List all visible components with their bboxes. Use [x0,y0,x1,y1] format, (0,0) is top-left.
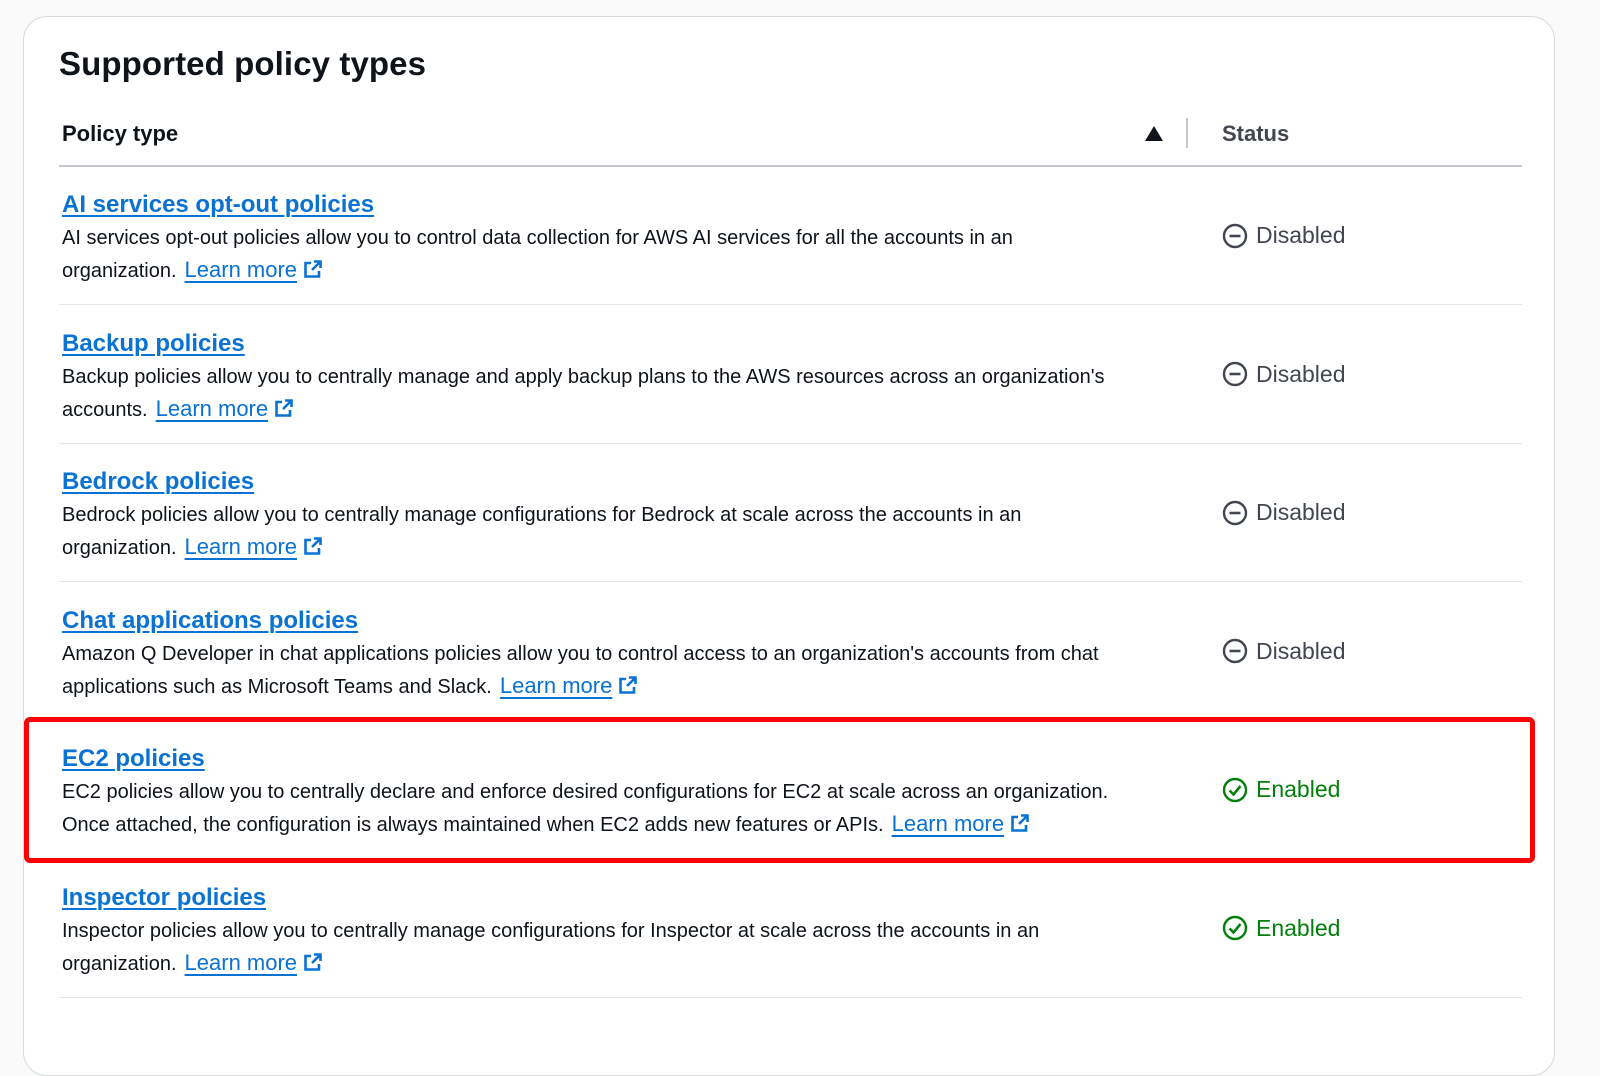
status-indicator: Disabled [1222,222,1346,249]
status-indicator: Disabled [1222,638,1346,665]
column-header-policy-type[interactable]: Policy type [62,121,178,147]
table-row: Inspector policies Inspector policies all… [59,860,1522,998]
status-label: Enabled [1256,776,1341,802]
policy-description: Amazon Q Developer in chat applications … [62,639,1152,703]
policy-description: Bedrock policies allow you to centrally … [62,500,1152,564]
status-stopped-icon [1222,223,1256,249]
status-indicator: Enabled [1222,915,1340,942]
external-link-icon [275,398,293,417]
sort-ascending-icon[interactable] [1145,126,1163,141]
learn-more-label: Learn more [891,811,1005,836]
learn-more-label: Learn more [184,949,298,975]
panel-title: Supported policy types [59,45,427,82]
status-label: Disabled [1256,222,1346,248]
table-row: AI services opt-out policies AI services … [59,167,1522,305]
policy-title-link[interactable]: Bedrock policies [62,468,254,496]
table-header: Policy type Status [59,113,1522,167]
table-row: Chat applications policies Amazon Q Devel… [59,583,1522,721]
column-header-status[interactable]: Status [1222,121,1289,147]
learn-more-link[interactable]: Learn more [500,673,639,698]
status-label: Enabled [1256,914,1341,941]
status-stopped-icon [1222,638,1256,664]
table-row: Backup policies Backup policies allow you… [59,306,1522,444]
learn-more-link[interactable]: Learn more [892,811,1031,836]
status-label: Disabled [1256,360,1346,387]
status-stopped-icon [1222,500,1256,526]
policy-description: Inspector policies allow you to centrall… [62,916,1152,980]
policy-title-link[interactable]: AI services opt-out policies [62,191,374,219]
policy-title-link[interactable]: Chat applications policies [62,607,358,635]
policy-description: EC2 policies allow you to centrally decl… [62,777,1152,841]
learn-more-link[interactable]: Learn more [185,534,324,559]
status-label: Disabled [1256,499,1346,525]
learn-more-label: Learn more [184,257,298,282]
status-indicator: Disabled [1222,499,1346,526]
external-link-icon [1011,814,1029,832]
external-link-icon [619,675,638,694]
status-indicator: Enabled [1222,776,1340,803]
learn-more-label: Learn more [155,395,269,421]
external-link-icon [304,537,322,555]
supported-policy-types-panel: Supported policy types Policy type Statu… [23,16,1555,1076]
learn-more-link[interactable]: Learn more [156,396,295,421]
policy-description: Backup policies allow you to centrally m… [62,362,1152,426]
table-row: EC2 policies EC2 policies allow you to ce… [59,721,1522,859]
table-row: Bedrock policies Bedrock policies allow y… [59,444,1522,582]
learn-more-label: Learn more [499,672,613,698]
learn-more-link[interactable]: Learn more [185,257,324,282]
status-positive-icon [1222,777,1256,803]
policy-title-link[interactable]: Backup policies [62,330,245,358]
learn-more-label: Learn more [184,534,298,559]
status-stopped-icon [1222,361,1256,387]
status-indicator: Disabled [1222,361,1346,388]
policy-description: AI services opt-out policies allow you t… [62,223,1152,287]
external-link-icon [304,260,322,278]
policy-title-link[interactable]: EC2 policies [62,745,205,773]
status-label: Disabled [1256,637,1346,664]
status-positive-icon [1222,915,1256,941]
column-divider[interactable] [1186,118,1188,148]
policy-title-link[interactable]: Inspector policies [62,884,266,912]
learn-more-link[interactable]: Learn more [185,950,324,975]
external-link-icon [304,952,322,971]
